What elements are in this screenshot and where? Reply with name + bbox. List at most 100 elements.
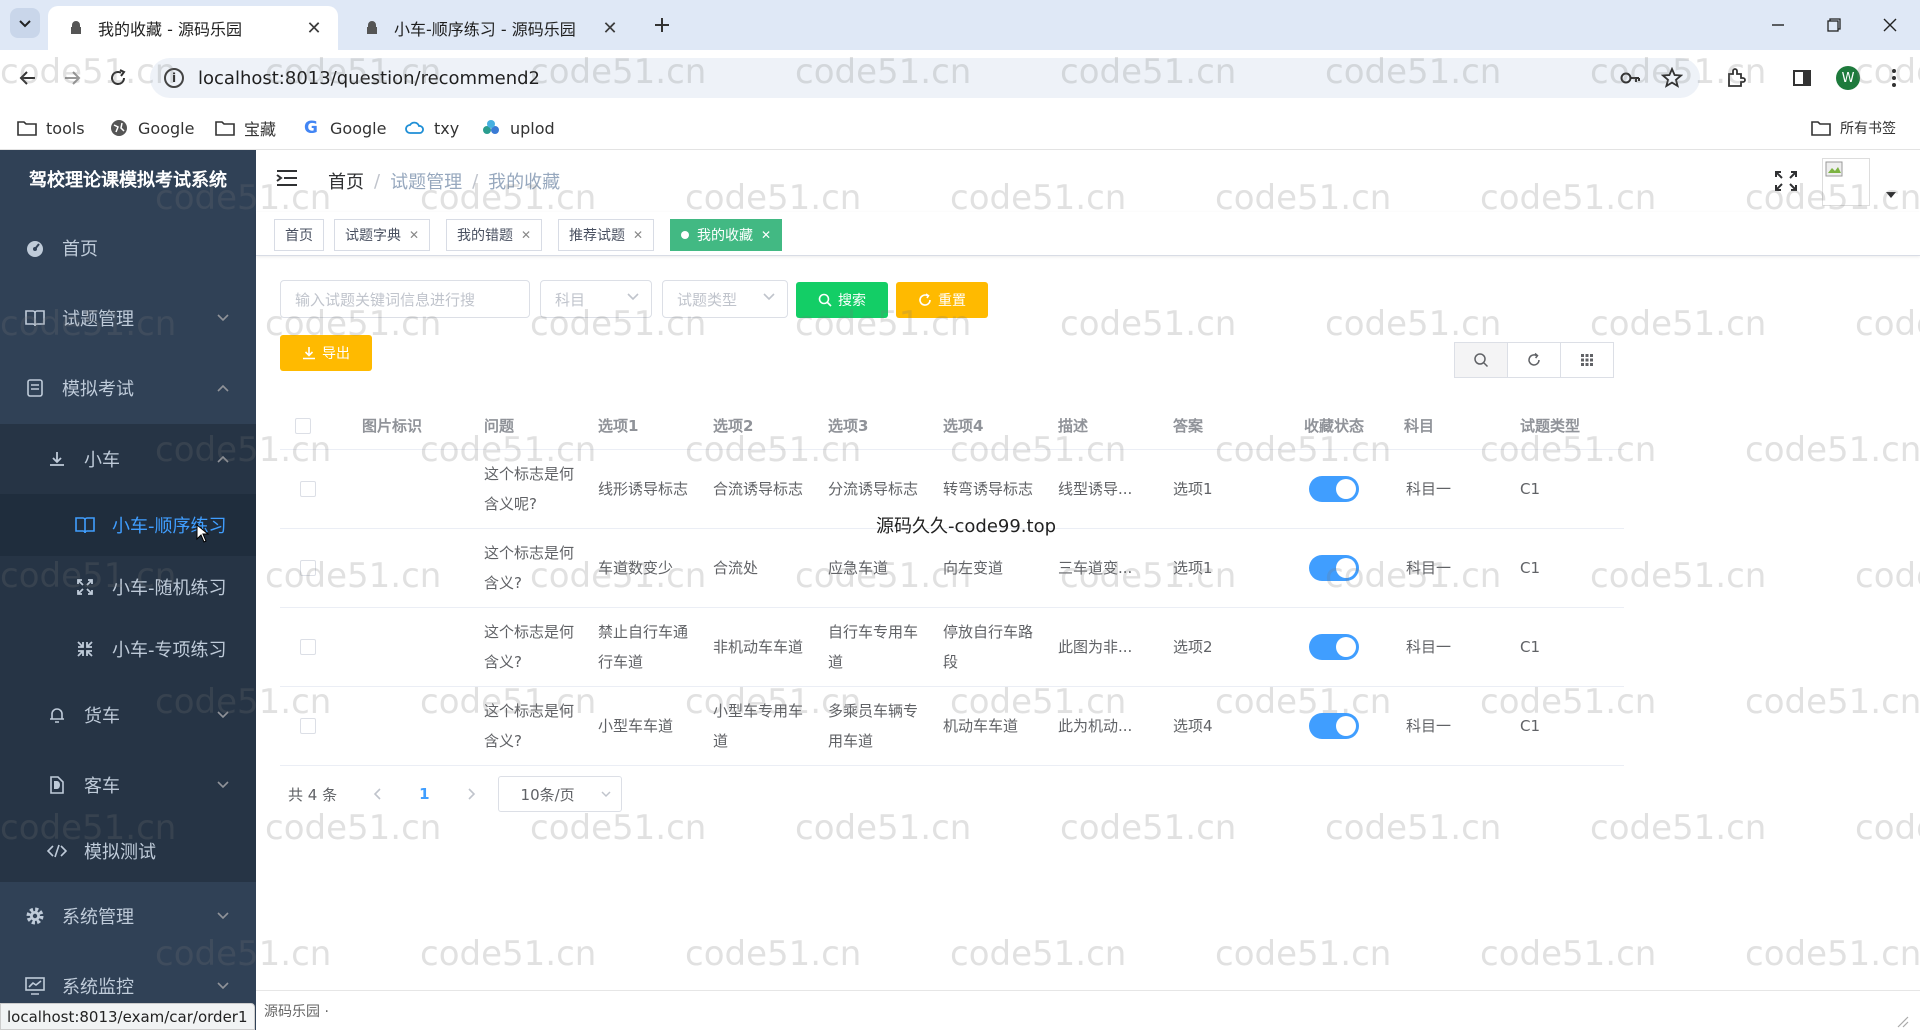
url-input[interactable]: i localhost:8013/question/recommend2: [150, 58, 1700, 98]
sidebar-item-home[interactable]: 首页: [0, 220, 256, 276]
tab-search-button[interactable]: [10, 8, 40, 38]
sidebar-item-truck[interactable]: 货车: [0, 680, 256, 750]
cell-option2: 合流处: [713, 559, 759, 577]
sidebar-item-label: 系统管理: [62, 907, 134, 928]
minimize-button[interactable]: [1750, 0, 1806, 50]
reset-button[interactable]: 重置: [896, 282, 988, 318]
tag-question-dict[interactable]: 试题字典 ✕: [334, 219, 431, 251]
sidebar-item-car-special[interactable]: 小车-专项练习: [0, 618, 256, 680]
watermark-text: code51.cn: [1325, 808, 1502, 848]
breadcrumb-separator: /: [472, 170, 479, 192]
cell-answer: 选项4: [1173, 717, 1213, 735]
bookmark-txy[interactable]: txy: [404, 116, 459, 140]
export-button[interactable]: 导出: [280, 335, 372, 371]
page-number[interactable]: 1: [419, 785, 429, 803]
monitor-icon: [24, 975, 46, 997]
extensions-icon[interactable]: [1720, 62, 1752, 94]
new-tab-button[interactable]: [646, 9, 678, 41]
row-checkbox[interactable]: [300, 450, 316, 528]
column-header: 选项3: [828, 416, 869, 435]
sidebar-item-mock-exam[interactable]: 模拟考试: [0, 360, 256, 416]
tag-label: 我的收藏: [697, 228, 753, 244]
status-url: localhost:8013/exam/car/order1: [7, 1007, 248, 1026]
row-checkbox[interactable]: [300, 608, 316, 686]
column-header: 科目: [1404, 416, 1435, 435]
watermark-text: code51.cn: [1060, 304, 1237, 344]
user-avatar[interactable]: [1822, 158, 1870, 206]
bookmark-google[interactable]: Google: [108, 116, 194, 140]
favorite-switch[interactable]: [1309, 450, 1359, 528]
browser-tab[interactable]: 小车-顺序练习 - 源码乐园 ✕: [344, 6, 634, 50]
tags-view: 首页 试题字典 ✕ 我的错题 ✕ 推荐试题 ✕ 我的收藏 ✕: [256, 212, 1920, 256]
cell-option3: 自行车专用车道: [828, 623, 919, 671]
bookmark-tools[interactable]: tools: [16, 116, 85, 140]
prev-page-icon[interactable]: [373, 788, 381, 800]
watermark-text: code51.cn: [1590, 808, 1767, 848]
keyword-search-input[interactable]: 输入试题关键词信息进行搜: [280, 280, 530, 318]
back-button[interactable]: [12, 62, 44, 94]
tab-close-icon[interactable]: ✕: [302, 16, 326, 40]
breadcrumb-home[interactable]: 首页: [328, 168, 364, 194]
sidebar-item-system-mgmt[interactable]: 系统管理: [0, 888, 256, 944]
next-page-icon[interactable]: [467, 788, 476, 800]
bookmark-star-icon[interactable]: [1656, 62, 1688, 94]
hamburger-toggle-icon[interactable]: [276, 168, 300, 192]
watermark-text: code51.cn: [1745, 682, 1920, 722]
row-checkbox[interactable]: [300, 687, 316, 765]
sidebar-item-label: 货车: [84, 706, 120, 727]
sidebar-item-question-mgmt[interactable]: 试题管理: [0, 290, 256, 346]
subject-select[interactable]: 科目: [540, 280, 652, 318]
tag-recommended[interactable]: 推荐试题 ✕: [558, 219, 655, 251]
close-window-button[interactable]: [1862, 0, 1918, 50]
bookmark-google-2[interactable]: G Google: [300, 116, 386, 140]
table-row: 这个标志是何含义? 小型车车道 小型车专用车道 多乘员车辆专用车道 机动车车道 …: [280, 687, 1624, 766]
question-type-select[interactable]: 试题类型: [662, 280, 788, 318]
refresh-table-button[interactable]: [1507, 342, 1561, 378]
fullscreen-icon[interactable]: [1774, 170, 1798, 192]
close-icon[interactable]: ✕: [409, 228, 419, 242]
column-header: 答案: [1173, 416, 1204, 435]
sidebar-item-bus[interactable]: 客车: [0, 750, 256, 820]
watermark-text: code51.cn: [265, 808, 442, 848]
button-label: 导出: [322, 346, 350, 362]
columns-button[interactable]: [1560, 342, 1614, 378]
tag-my-favorites[interactable]: 我的收藏 ✕: [670, 219, 783, 251]
bookmark-label: uplod: [510, 118, 555, 138]
forward-button[interactable]: [56, 62, 88, 94]
sidebar-item-mock-test[interactable]: 模拟测试: [0, 820, 256, 882]
sidebar-item-car-random[interactable]: 小车-随机练习: [0, 556, 256, 618]
browser-tab-active[interactable]: 我的收藏 - 源码乐园 ✕: [48, 6, 338, 50]
download-icon: [46, 448, 68, 470]
site-info-icon[interactable]: i: [164, 68, 184, 88]
bookmark-uplod[interactable]: uplod: [480, 116, 555, 140]
page-footer: 源码乐园 ·: [256, 990, 1920, 1030]
toggle-search-button[interactable]: [1454, 342, 1508, 378]
row-checkbox[interactable]: [300, 529, 316, 607]
bookmark-treasure[interactable]: 宝藏: [214, 116, 276, 140]
sidebar-item-car-sequential[interactable]: 小车-顺序练习: [0, 494, 256, 556]
browser-menu-button[interactable]: [1878, 62, 1910, 94]
search-button[interactable]: 搜索: [796, 282, 888, 318]
close-icon[interactable]: ✕: [521, 228, 531, 242]
close-icon[interactable]: ✕: [633, 228, 643, 242]
tag-wrong-questions[interactable]: 我的错题 ✕: [446, 219, 543, 251]
profile-avatar[interactable]: W: [1832, 62, 1864, 94]
cell-description: 此为机动...: [1058, 717, 1133, 735]
tab-close-icon[interactable]: ✕: [598, 16, 622, 40]
all-bookmarks[interactable]: 所有书签: [1810, 116, 1896, 140]
sidebar-item-car[interactable]: 小车: [0, 424, 256, 494]
caret-down-icon[interactable]: [1886, 192, 1896, 198]
close-icon[interactable]: ✕: [761, 228, 771, 242]
select-all-checkbox[interactable]: [295, 402, 311, 449]
side-panel-icon[interactable]: [1786, 62, 1818, 94]
cell-option2: 非机动车车道: [713, 638, 804, 656]
favorite-switch[interactable]: [1309, 687, 1359, 765]
tag-home[interactable]: 首页: [274, 219, 324, 251]
favorite-switch[interactable]: [1309, 529, 1359, 607]
page-size-select[interactable]: 10条/页: [497, 776, 622, 812]
upload-logo-icon: [480, 118, 502, 138]
favorite-switch[interactable]: [1309, 608, 1359, 686]
reload-button[interactable]: [102, 62, 134, 94]
password-key-icon[interactable]: [1614, 62, 1646, 94]
restore-button[interactable]: [1806, 0, 1862, 50]
